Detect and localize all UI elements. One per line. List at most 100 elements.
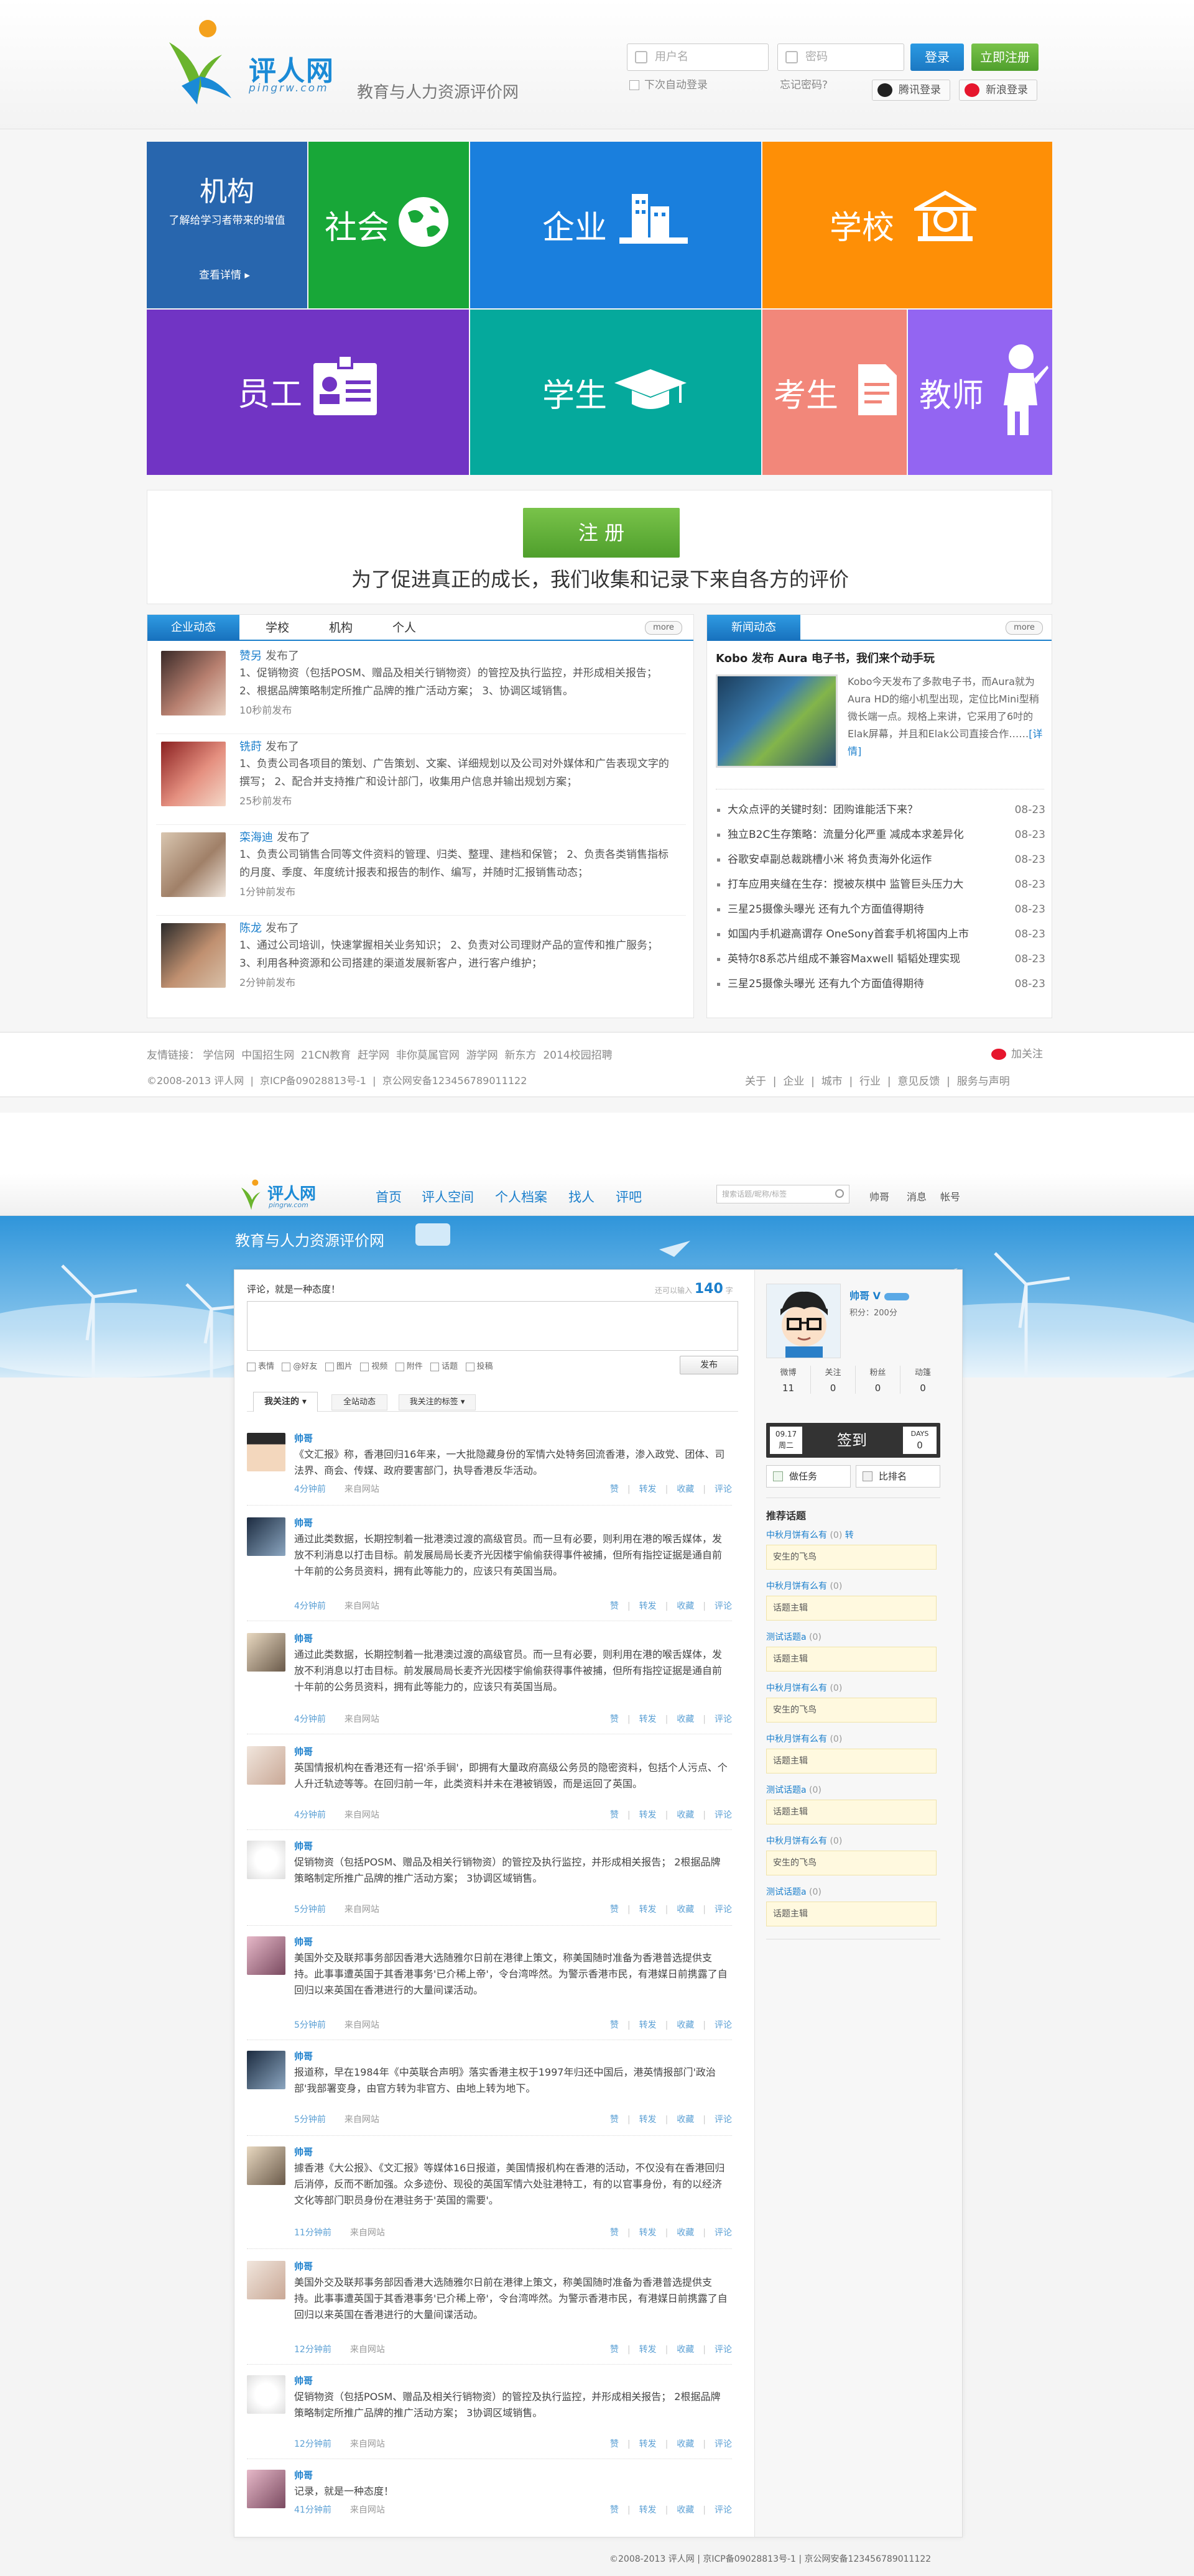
avatar[interactable] [247,1517,285,1556]
avatar[interactable] [247,2261,285,2299]
comment-button[interactable]: 评论 [715,2228,732,2238]
ranking-button[interactable]: 比排名 [856,1465,940,1488]
avatar[interactable] [247,1841,285,1879]
user-link[interactable]: 帅哥 [869,1189,889,1203]
forward-button[interactable]: 转发 [639,1810,657,1820]
auto-login-checkbox[interactable]: 下次自动登录 [629,76,708,91]
nav-home[interactable]: 首页 [376,1187,402,1206]
avatar[interactable] [161,742,226,806]
tab-news[interactable]: 新闻动态 [707,615,800,641]
post-author[interactable]: 帅哥 [294,1516,313,1529]
avatar[interactable] [247,2470,285,2508]
footer-link[interactable]: 意见反馈 [897,1075,940,1088]
topic-link[interactable]: 中秋月饼有么有 (0) [766,1580,842,1592]
tab-person[interactable]: 个人 [392,615,416,641]
friend-link[interactable]: 21CN教育 [301,1049,351,1062]
image-tool[interactable]: 图片 [325,1362,353,1371]
post-time[interactable]: 4分钟前 [294,1601,326,1611]
password-input[interactable]: 密码 [777,44,904,71]
favorite-button[interactable]: 收藏 [677,2505,694,2515]
tile-society[interactable]: 社会 [308,142,469,308]
friend-link[interactable]: 2014校园招聘 [543,1049,612,1062]
tile-student[interactable]: 学生 [470,310,761,475]
forward-button[interactable]: 转发 [639,1905,657,1915]
qq-login-button[interactable]: 腾讯登录 [872,80,950,101]
post-author[interactable]: 帅哥 [294,1745,313,1758]
avatar[interactable] [161,832,226,897]
forward-button[interactable]: 转发 [639,2228,657,2238]
footer-link[interactable]: 企业 [783,1075,804,1088]
topic-box[interactable]: 话题主辑 [766,1902,937,1926]
weibo-login-button[interactable]: 新浪登录 [959,80,1037,101]
forward-button[interactable]: 转发 [639,1601,657,1611]
forward-button[interactable]: 转发 [639,2115,657,2125]
attachment-tool[interactable]: 附件 [395,1362,423,1371]
post-time[interactable]: 5分钟前 [294,2020,326,2030]
post-time[interactable]: 11分钟前 [294,2228,331,2238]
tab-school[interactable]: 学校 [266,615,289,641]
post-author[interactable]: 帅哥 [294,2374,313,2387]
post-time[interactable]: 12分钟前 [294,2345,331,2355]
favorite-button[interactable]: 收藏 [677,2439,694,2449]
friend-link[interactable]: 游学网 [466,1049,498,1062]
like-button[interactable]: 赞 [610,1714,619,1724]
favorite-button[interactable]: 收藏 [677,1905,694,1915]
forward-button[interactable]: 转发 [639,1484,657,1494]
favorite-button[interactable]: 收藏 [677,2345,694,2355]
post-author[interactable]: 帅哥 [294,1935,313,1948]
avatar[interactable] [247,1936,285,1975]
like-button[interactable]: 赞 [610,1905,619,1915]
feed-author[interactable]: 铣莳 [239,740,262,753]
comment-button[interactable]: 评论 [715,1601,732,1611]
forward-button[interactable]: 转发 [639,1714,657,1724]
topic-link[interactable]: 测试话题a (0) [766,1631,821,1643]
tab-enterprise-news[interactable]: 企业动态 [147,615,239,641]
topic-box[interactable]: 安生的飞鸟 [766,1851,937,1875]
favorite-button[interactable]: 收藏 [677,1714,694,1724]
avatar[interactable] [247,1746,285,1785]
topic-link[interactable]: 中秋月饼有么有 (0) [766,1681,842,1694]
nav-find-people[interactable]: 找人 [568,1187,595,1206]
post-time[interactable]: 5分钟前 [294,2115,326,2125]
topic-link[interactable]: 中秋月饼有么有 (0) [766,1732,842,1745]
emoji-tool[interactable]: 表情 [247,1362,274,1371]
composer-textarea[interactable] [247,1301,738,1351]
forward-button[interactable]: 转发 [639,2020,657,2030]
favorite-button[interactable]: 收藏 [677,2228,694,2238]
task-button[interactable]: 做任务 [766,1465,851,1488]
tile-staff[interactable]: 员工 [147,310,469,475]
topic-box[interactable]: 安生的飞鸟 [766,1545,937,1570]
profile-name[interactable]: 帅哥 V [849,1287,909,1302]
friend-link[interactable]: 非你莫属官网 [396,1049,460,1062]
post-author[interactable]: 帅哥 [294,1432,313,1445]
post-time[interactable]: 4分钟前 [294,1484,326,1494]
avatar[interactable] [247,2051,285,2089]
friend-link[interactable]: 新东方 [505,1049,537,1062]
stat-following[interactable]: 关注 0 [811,1366,856,1394]
news-item[interactable]: 独立B2C生存策略：流量分化严重 减成本求差异化 08-23 [717,822,1045,847]
avatar[interactable] [247,2146,285,2185]
register-button[interactable]: 注 册 [523,508,680,558]
nav-forum[interactable]: 评吧 [616,1187,642,1206]
comment-button[interactable]: 评论 [715,2020,732,2030]
search-icon[interactable] [835,1189,844,1198]
topic-box[interactable]: 安生的飞鸟 [766,1698,937,1723]
stat-activity[interactable]: 动篷 0 [900,1366,945,1394]
profile-avatar[interactable] [766,1284,841,1358]
favorite-button[interactable]: 收藏 [677,1484,694,1494]
feed-author[interactable]: 栾海迪 [239,831,273,844]
more-button[interactable]: more [645,621,682,635]
post-author[interactable]: 帅哥 [294,2468,313,2482]
tile-school[interactable]: 学校 [762,142,1052,308]
like-button[interactable]: 赞 [610,2345,619,2355]
video-tool[interactable]: 视频 [360,1362,387,1371]
username-input[interactable]: 用户名 [627,44,769,71]
news-item[interactable]: 打车应用夹缝在生存：搅被灰棋中 监管巨头压力大 08-23 [717,872,1045,897]
comment-button[interactable]: 评论 [715,2345,732,2355]
news-item[interactable]: 英特尔8系芯片组成不兼容Maxwell 韬韬处理实现 08-23 [717,947,1045,972]
like-button[interactable]: 赞 [610,1810,619,1820]
post-author[interactable]: 帅哥 [294,2260,313,2273]
footer-link[interactable]: 行业 [859,1075,881,1088]
filter-all[interactable]: 全站动态 [331,1394,387,1410]
post-author[interactable]: 帅哥 [294,2145,313,2158]
